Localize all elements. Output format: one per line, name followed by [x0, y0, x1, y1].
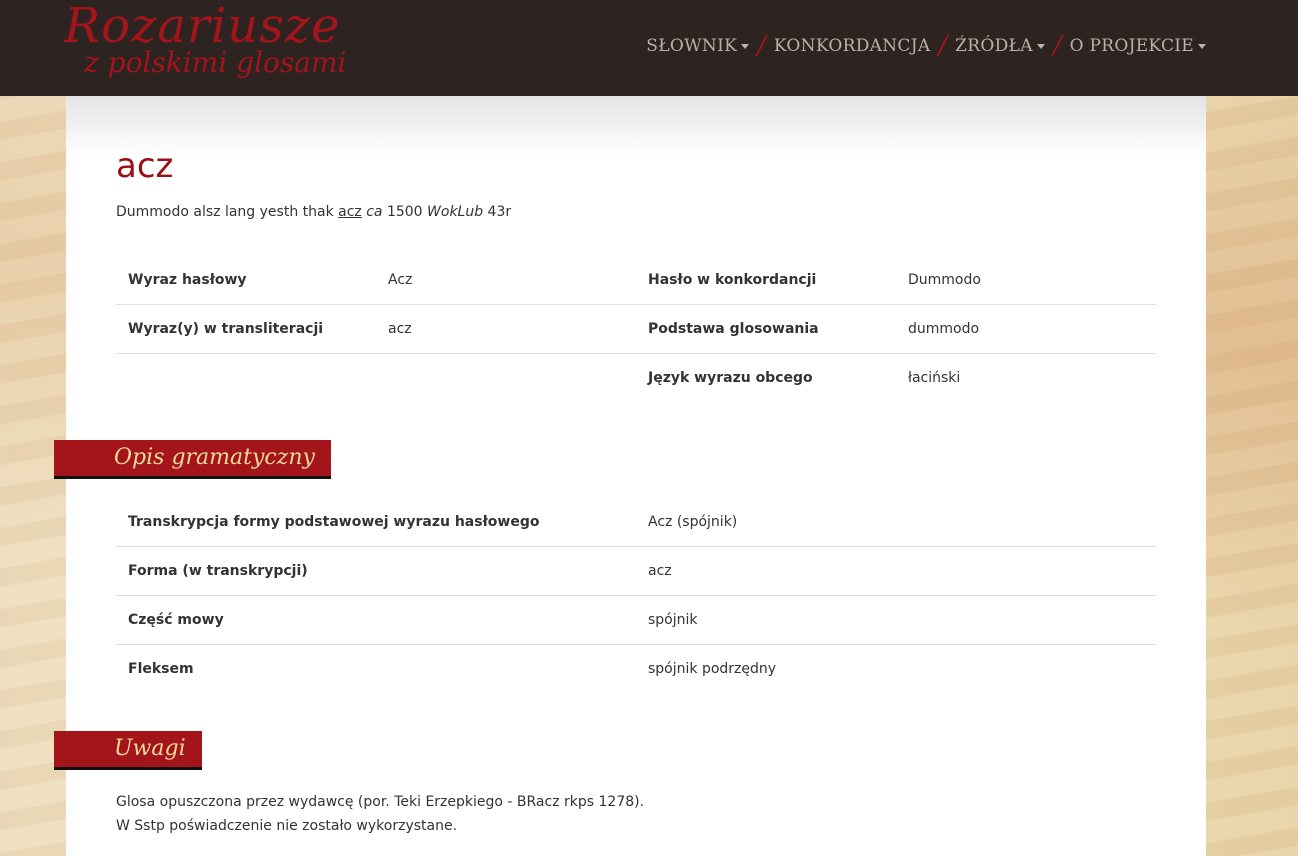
- nav-zrodla[interactable]: ŹRÓDŁA: [955, 36, 1045, 56]
- nav-zrodla-label: ŹRÓDŁA: [955, 36, 1033, 56]
- info-value: dummodo: [896, 304, 1156, 354]
- grammar-value: Acz (spójnik): [636, 498, 1156, 547]
- grammar-label: Fleksem: [128, 661, 194, 677]
- nav-o-projekcie[interactable]: O PROJEKCIE: [1070, 36, 1206, 56]
- info-label: Podstawa glosowania: [636, 304, 896, 354]
- info-label: [116, 354, 376, 403]
- nav-slownik-label: SŁOWNIK: [646, 36, 738, 56]
- table-row: Transkrypcja formy podstawowej wyrazu ha…: [116, 498, 1156, 547]
- info-value: acz: [376, 304, 636, 354]
- entry-quote: Dummodo alsz lang yesth thak acz ca 1500…: [116, 204, 511, 220]
- grammar-value: acz: [636, 546, 1156, 596]
- grammar-value: spójnik podrzędny: [648, 661, 777, 677]
- nav-separator: /: [1052, 31, 1062, 61]
- info-label: Wyraz(y) w transliteracji: [116, 304, 376, 354]
- info-label: Hasło w konkordancji: [636, 256, 896, 305]
- grammar-label: Transkrypcja formy podstawowej wyrazu ha…: [116, 498, 636, 547]
- nav-konkordancja-label: KONKORDANCJA: [773, 36, 931, 56]
- entry-card: acz Dummodo alsz lang yesth thak acz ca …: [66, 96, 1206, 856]
- quote-year: 1500: [382, 204, 428, 220]
- chevron-down-icon: [1198, 43, 1206, 49]
- note-line-2: W Sstp poświadczenie nie zostało wykorzy…: [116, 818, 458, 834]
- info-label: Wyraz hasłowy: [116, 256, 376, 305]
- chevron-down-icon: [1036, 43, 1045, 49]
- grammar-value: spójnik: [636, 595, 1156, 645]
- entry-info-table: Wyraz hasłowy Acz Hasło w konkordancji D…: [116, 256, 1156, 402]
- nav-o-projekcie-label: O PROJEKCIE: [1069, 36, 1194, 56]
- concordance-link[interactable]: Dummodo: [896, 256, 1156, 305]
- note-line-1: Glosa opuszczona przez wydawcę (por. Tek…: [116, 794, 645, 810]
- info-label: Język wyrazu obcego: [648, 370, 813, 386]
- quote-page: 43r: [483, 204, 512, 220]
- nav-separator: /: [757, 31, 766, 61]
- grammar-label: Część mowy: [116, 595, 636, 645]
- section-heading-grammar: Opis gramatyczny: [54, 440, 331, 476]
- grammar-table: Transkrypcja formy podstawowej wyrazu ha…: [116, 498, 1156, 693]
- table-row: Wyraz(y) w transliteracji acz Podstawa g…: [116, 304, 1156, 354]
- headword-link[interactable]: Acz: [376, 256, 636, 305]
- table-row: Język wyrazu obcego łaciński: [116, 354, 1156, 403]
- nav-konkordancja[interactable]: KONKORDANCJA: [774, 36, 931, 56]
- grammar-label: Forma (w transkrypcji): [116, 546, 636, 596]
- logo-subtitle: z polskimi glosami: [84, 46, 347, 79]
- card-shade: [66, 96, 1206, 156]
- entry-title: acz: [116, 146, 174, 186]
- main-nav: SŁOWNIK / KONKORDANCJA / ŹRÓDŁA / O PROJ…: [646, 30, 1206, 62]
- site-logo[interactable]: Rozariusze z polskimi glosami: [62, 0, 382, 96]
- table-row: Fleksem spójnik podrzędny: [116, 645, 1156, 694]
- table-row: Forma (w transkrypcji) acz: [116, 546, 1156, 596]
- nav-slownik[interactable]: SŁOWNIK: [646, 36, 750, 56]
- quote-source: WokLub: [427, 204, 484, 220]
- table-row: Wyraz hasłowy Acz Hasło w konkordancji D…: [116, 256, 1156, 305]
- info-value: [376, 354, 636, 403]
- table-row: Część mowy spójnik: [116, 595, 1156, 645]
- section-heading-notes: Uwagi: [54, 731, 202, 767]
- site-header: Rozariusze z polskimi glosami SŁOWNIK / …: [0, 0, 1298, 96]
- nav-separator: /: [938, 31, 948, 61]
- info-value: łaciński: [908, 370, 961, 386]
- chevron-down-icon: [741, 43, 750, 49]
- quote-text: Dummodo alsz lang yesth thak: [116, 204, 339, 220]
- quote-keyword: acz: [338, 204, 362, 220]
- quote-ca: ca: [366, 204, 383, 220]
